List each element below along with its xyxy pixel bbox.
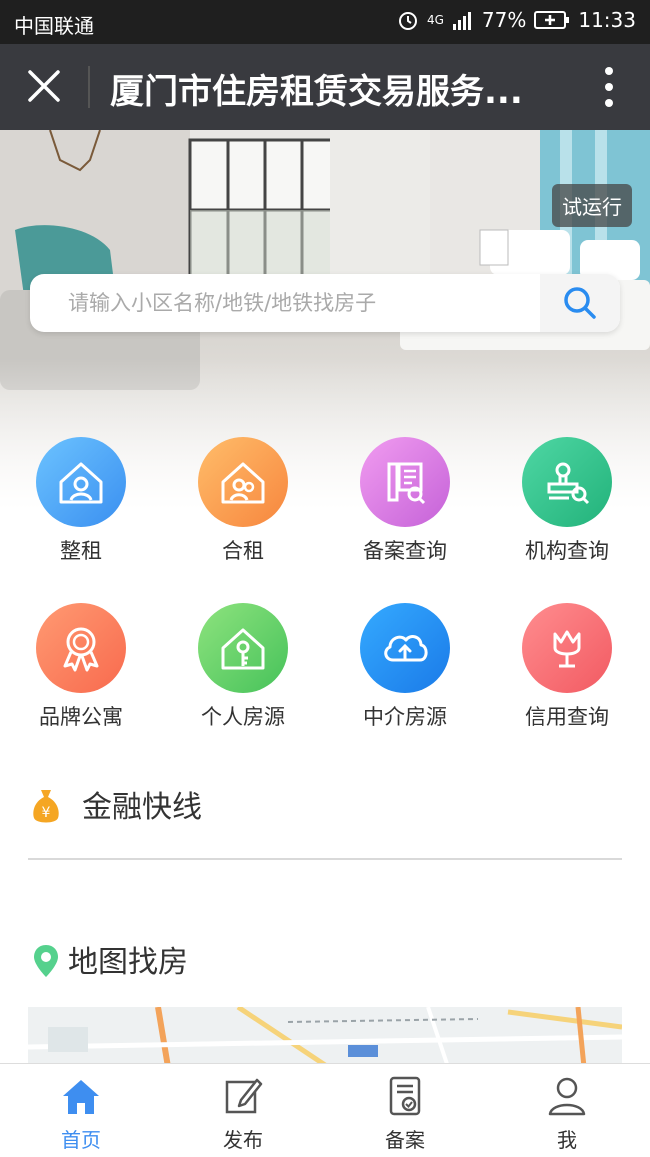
signal-icon [452, 12, 471, 30]
menu-label: 品牌公寓 [39, 705, 123, 729]
menu-label: 机构查询 [525, 539, 609, 563]
menu-label: 备案查询 [363, 539, 447, 563]
close-icon[interactable] [24, 66, 64, 106]
tab-label: 首页 [61, 1128, 101, 1152]
carrier-name: 中国联通 [14, 14, 94, 38]
title-bar: 厦门市住房租赁交易服务... [0, 44, 650, 130]
money-bag-icon: ¥ [33, 790, 59, 823]
battery-icon [534, 11, 570, 29]
status-bar: 中国联通 4G 77% 11:33 [0, 0, 650, 44]
edit-icon [225, 1078, 263, 1114]
tab-label: 我 [557, 1128, 577, 1152]
document-search-icon [360, 437, 450, 527]
section-divider [28, 858, 622, 860]
stamp-search-icon [522, 437, 612, 527]
search-input[interactable] [30, 274, 538, 332]
menu-item-agency-listing[interactable]: 中介房源 [324, 603, 486, 731]
status-right: 4G 77% 11:33 [397, 8, 636, 32]
user-icon [548, 1077, 586, 1116]
title-divider [88, 66, 90, 108]
menu-item-filing-query[interactable]: 备案查询 [324, 437, 486, 565]
menu-item-agency-query[interactable]: 机构查询 [486, 437, 648, 565]
tab-me[interactable]: 我 [486, 1064, 648, 1157]
menu-item-brand-apartment[interactable]: 品牌公寓 [0, 603, 162, 731]
tab-record[interactable]: 备案 [324, 1064, 486, 1157]
menu-label: 整租 [60, 539, 102, 563]
finance-title: 金融快线 [82, 790, 202, 825]
map-graphic [28, 1007, 622, 1067]
menu-label: 合租 [222, 539, 264, 563]
svg-text:¥: ¥ [42, 805, 51, 821]
menu-label: 个人房源 [201, 705, 285, 729]
home-icon [63, 1080, 99, 1114]
house-key-icon [198, 603, 288, 693]
map-section[interactable]: 地图找房 [0, 935, 650, 995]
trial-badge: 试运行 [552, 184, 632, 227]
more-options-icon[interactable] [604, 66, 614, 108]
tab-label: 备案 [385, 1128, 425, 1152]
tab-label: 发布 [223, 1128, 263, 1152]
menu-label: 信用查询 [525, 705, 609, 729]
network-type: 4G [426, 13, 444, 27]
page-title: 厦门市住房租赁交易服务... [110, 72, 523, 112]
map-pin-icon [34, 945, 58, 977]
menu-item-shared-rent[interactable]: 合租 [162, 437, 324, 565]
menu-label: 中介房源 [363, 705, 447, 729]
bottom-tab-bar: 首页 发布 备案 我 [0, 1063, 650, 1157]
menu-item-credit-query[interactable]: 信用查询 [486, 603, 648, 731]
clock-time: 11:33 [578, 8, 636, 32]
alarm-icon [398, 12, 417, 30]
finance-section[interactable]: ¥ 金融快线 [0, 780, 650, 840]
menu-item-whole-rent[interactable]: 整租 [0, 437, 162, 565]
tab-home[interactable]: 首页 [0, 1064, 162, 1157]
map-title: 地图找房 [68, 945, 188, 980]
house-person-icon [36, 437, 126, 527]
cloud-upload-icon [360, 603, 450, 693]
tulip-icon [522, 603, 612, 693]
search-icon [564, 287, 596, 319]
search-button[interactable] [540, 274, 620, 332]
search-bar [30, 274, 620, 332]
battery-percent: 77% [481, 8, 527, 32]
tab-publish[interactable]: 发布 [162, 1064, 324, 1157]
record-icon [389, 1076, 421, 1116]
ribbon-badge-icon [36, 603, 126, 693]
menu-item-personal-listing[interactable]: 个人房源 [162, 603, 324, 731]
house-people-icon [198, 437, 288, 527]
map-preview[interactable] [28, 1007, 622, 1067]
